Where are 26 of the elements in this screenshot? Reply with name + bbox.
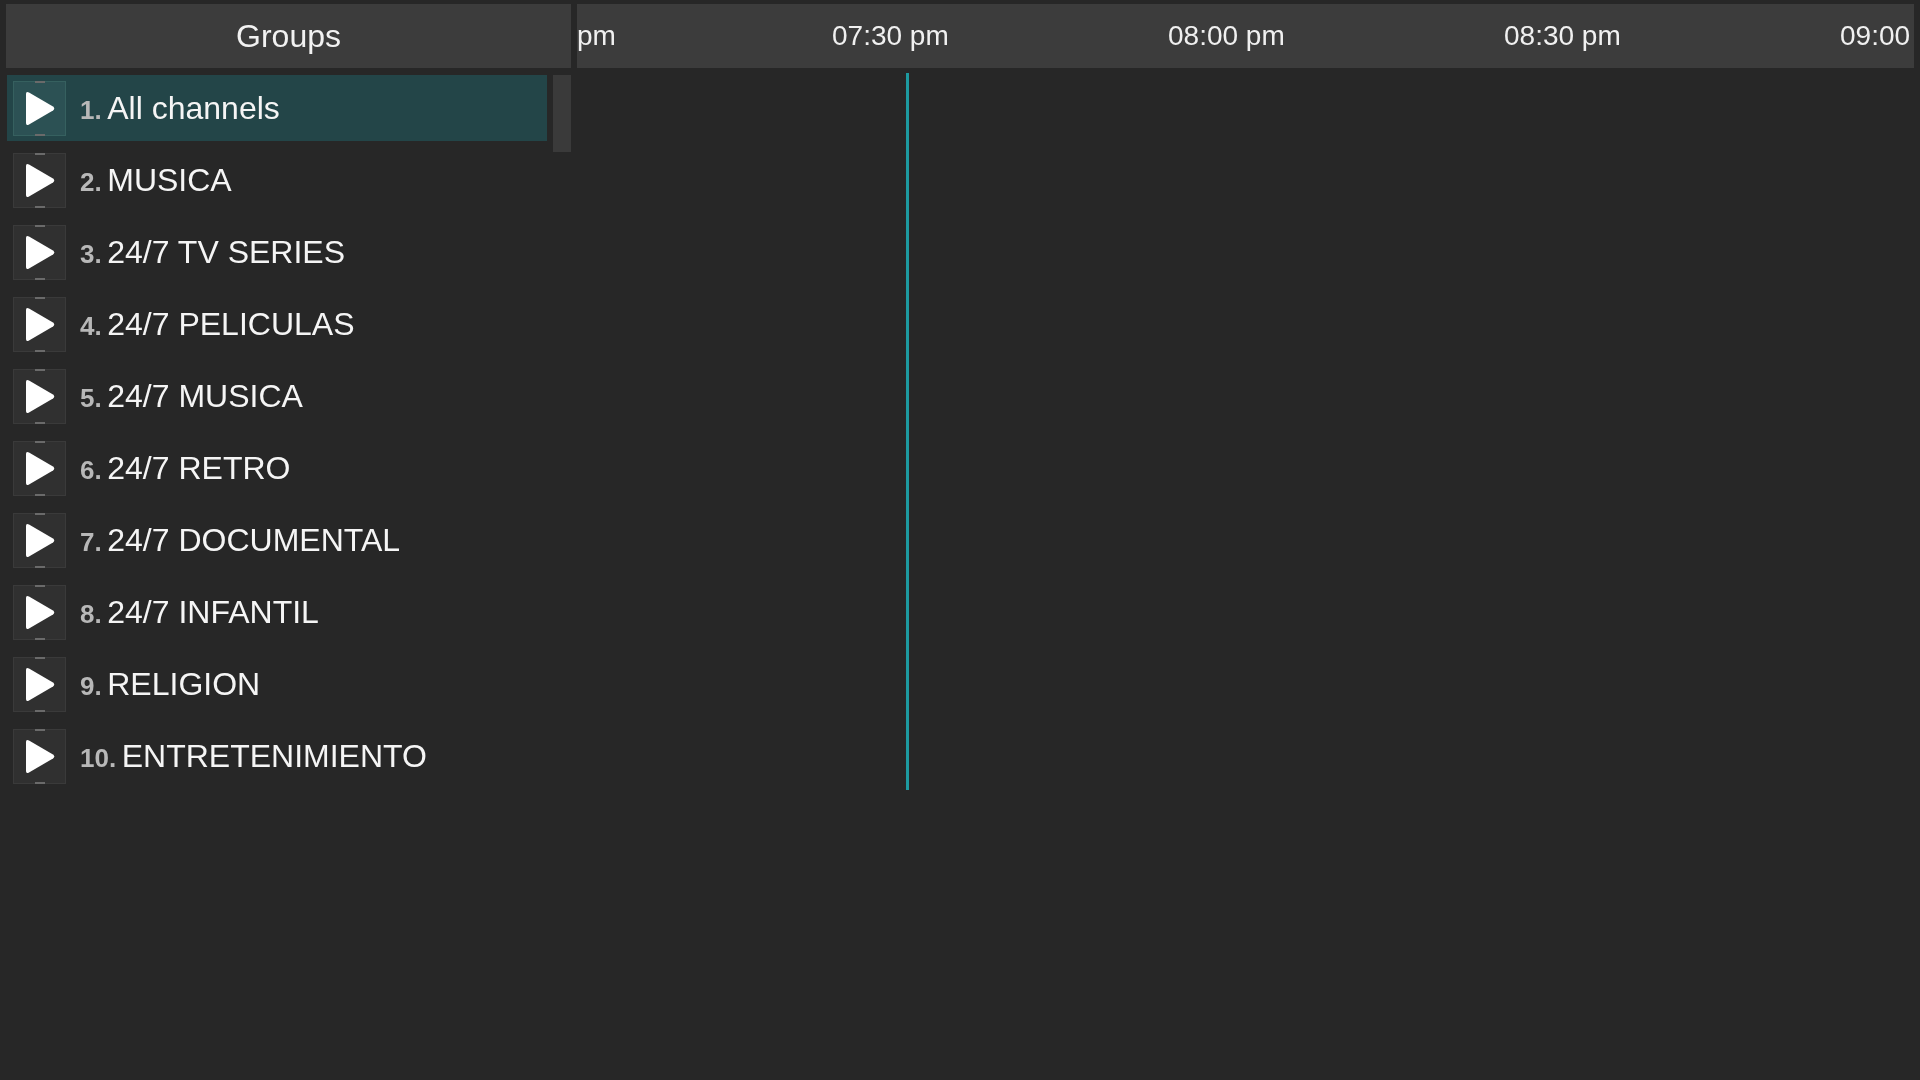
- play-icon: [13, 512, 66, 568]
- play-icon: [13, 296, 66, 352]
- play-icon: [13, 80, 66, 136]
- time-label: 09:00: [1840, 19, 1911, 53]
- time-label: 08:30 pm: [1504, 19, 1621, 53]
- group-item[interactable]: 4. 24/7 PELICULAS: [7, 291, 548, 357]
- groups-header: Groups: [6, 4, 571, 68]
- group-item[interactable]: 9. RELIGION: [7, 651, 548, 717]
- time-label: 08:00 pm: [1168, 19, 1285, 53]
- play-icon: [13, 656, 66, 712]
- group-item[interactable]: 1. All channels: [7, 75, 548, 141]
- play-icon: [13, 152, 66, 208]
- group-item[interactable]: 6. 24/7 RETRO: [7, 435, 548, 501]
- group-item[interactable]: 2. MUSICA: [7, 147, 548, 213]
- group-item[interactable]: 3. 24/7 TV SERIES: [7, 219, 548, 285]
- play-icon: [13, 584, 66, 640]
- play-icon: [13, 368, 66, 424]
- play-icon: [13, 224, 66, 280]
- play-icon: [13, 440, 66, 496]
- group-item[interactable]: 7. 24/7 DOCUMENTAL: [7, 507, 548, 573]
- time-label: pm: [577, 19, 616, 53]
- group-item[interactable]: 10. ENTRETENIMIENTO: [7, 723, 548, 789]
- time-label: 07:30 pm: [832, 19, 949, 53]
- group-item[interactable]: 5. 24/7 MUSICA: [7, 363, 548, 429]
- play-icon: [13, 728, 66, 784]
- group-item[interactable]: 8. 24/7 INFANTIL: [7, 579, 548, 645]
